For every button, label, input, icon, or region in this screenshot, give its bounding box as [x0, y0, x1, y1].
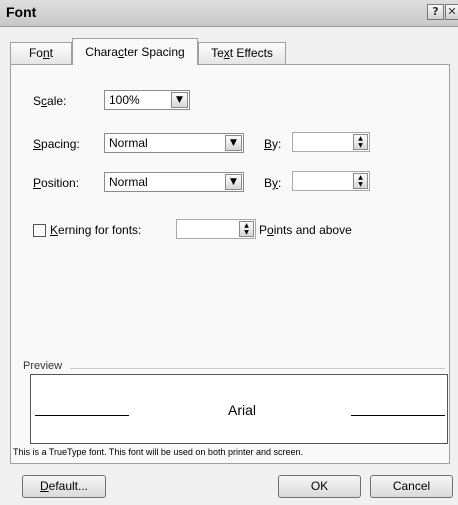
- position-by-spinner[interactable]: ▲ ▼: [292, 171, 370, 191]
- font-dialog: Font ? ✕ Font Character Spacing Text Eff…: [0, 0, 458, 505]
- default-label-b: efault...: [48, 479, 89, 493]
- spacing-access-key: S: [33, 137, 42, 151]
- spacing-by-label: By:: [264, 137, 281, 151]
- scale-label: Scale:: [33, 94, 66, 108]
- preview-box: Arial: [30, 374, 448, 444]
- position-dropdown[interactable]: Normal ▼: [104, 172, 244, 192]
- kerning-access-key: K: [50, 223, 59, 237]
- tab-effects-label-a: Te: [211, 46, 224, 60]
- position-by-label-a: B: [264, 176, 273, 190]
- tab-text-effects[interactable]: Text Effects: [198, 42, 286, 64]
- baseline-right: [351, 415, 445, 416]
- kerning-label: Kerning for fonts:: [50, 223, 141, 237]
- spacing-value: Normal: [109, 136, 148, 150]
- tab-font-access-key: n: [42, 46, 50, 60]
- kerning-points-spinner[interactable]: ▲ ▼: [176, 219, 256, 239]
- chevron-down-icon[interactable]: ▼: [171, 92, 188, 108]
- baseline-left: [35, 415, 129, 416]
- tab-font-label-b: t: [49, 46, 54, 60]
- spacing-by-access-key: B: [264, 137, 273, 151]
- ok-button[interactable]: OK: [278, 475, 361, 498]
- close-button[interactable]: ✕: [445, 4, 458, 20]
- scale-value: 100%: [109, 93, 140, 107]
- default-button[interactable]: Default...: [22, 475, 106, 498]
- spinner-arrows-icon[interactable]: ▲ ▼: [353, 134, 368, 150]
- preview-label: Preview: [23, 360, 67, 372]
- spacing-by-spinner[interactable]: ▲ ▼: [292, 132, 370, 152]
- position-access-key: P: [33, 176, 42, 190]
- points-and-above-label: Points and above: [259, 223, 352, 237]
- points-label-a: P: [259, 223, 268, 237]
- font-info-text: This is a TrueType font. This font will …: [13, 447, 303, 457]
- tab-spacing-label-a: Chara: [85, 45, 118, 59]
- points-access-key: o: [267, 223, 274, 237]
- tab-font[interactable]: Font: [10, 42, 72, 64]
- title-bar: Font ? ✕: [0, 0, 458, 27]
- spacing-dropdown[interactable]: Normal ▼: [104, 133, 244, 153]
- close-icon: ✕: [447, 5, 457, 18]
- tab-character-spacing[interactable]: Character Spacing: [72, 38, 198, 65]
- scale-label-a: S: [33, 94, 42, 108]
- help-icon: ?: [432, 5, 439, 18]
- tab-spacing-label-b: ter Spacing: [123, 45, 185, 59]
- kerning-label-b: erning for fonts:: [58, 223, 142, 237]
- dialog-title: Font: [6, 4, 37, 20]
- position-label: Position:: [33, 176, 79, 190]
- spacing-label: Spacing:: [33, 137, 80, 151]
- chevron-down-icon[interactable]: ▼: [225, 174, 242, 190]
- position-by-label-b: :: [278, 176, 282, 190]
- preview-divider: [70, 368, 445, 369]
- position-label-b: osition:: [41, 176, 80, 190]
- help-button[interactable]: ?: [427, 4, 444, 20]
- scale-dropdown[interactable]: 100% ▼: [104, 90, 190, 110]
- tab-font-label-a: Fo: [28, 46, 43, 60]
- spinner-arrows-icon[interactable]: ▲ ▼: [239, 221, 254, 237]
- position-by-label: By:: [264, 176, 281, 190]
- position-value: Normal: [109, 175, 148, 189]
- chevron-down-icon[interactable]: ▼: [225, 135, 242, 151]
- kerning-checkbox[interactable]: [33, 224, 46, 237]
- tab-effects-label-b: t Effects: [229, 46, 273, 60]
- points-label-b: ints and above: [273, 223, 352, 237]
- scale-label-b: ale:: [47, 94, 67, 108]
- default-access-key: D: [39, 479, 49, 493]
- cancel-button[interactable]: Cancel: [370, 475, 453, 498]
- spacing-label-b: pacing:: [41, 137, 80, 151]
- spacing-by-label-b: y:: [272, 137, 282, 151]
- preview-sample-text: Arial: [228, 402, 257, 418]
- spinner-arrows-icon[interactable]: ▲ ▼: [353, 173, 368, 189]
